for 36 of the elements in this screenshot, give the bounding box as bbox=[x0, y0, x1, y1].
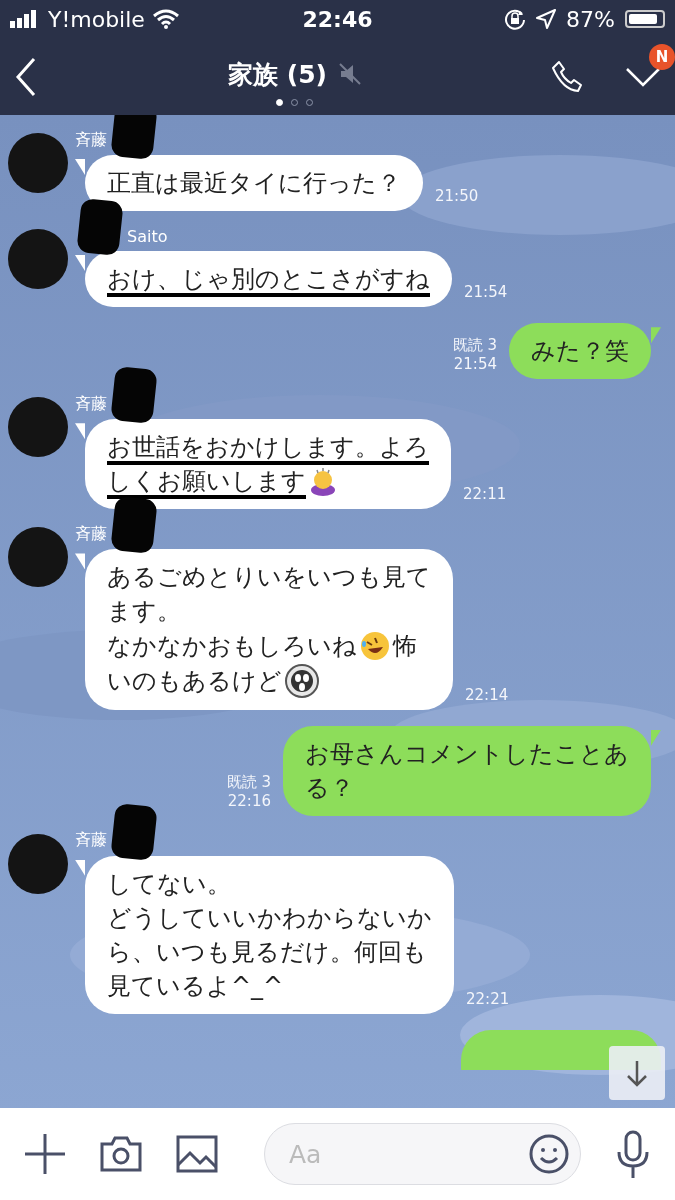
sender-name: Saito bbox=[127, 226, 168, 246]
message-text: ます。 bbox=[107, 596, 181, 628]
message-time: 21:54 bbox=[463, 283, 509, 304]
message-text: 見ているよ^_^ bbox=[107, 971, 284, 1002]
message-text: みた？笑 bbox=[531, 336, 629, 368]
sender-name: 斉藤 bbox=[75, 129, 107, 151]
sender-name: 斉藤 bbox=[75, 393, 107, 415]
message-text: してない。 bbox=[107, 868, 231, 900]
message-time: 22:16 bbox=[227, 791, 271, 810]
sender-name: 斉藤 bbox=[75, 830, 107, 852]
message-text: しくお願いします bbox=[107, 466, 306, 498]
chat-title: 家族 (5) bbox=[228, 58, 327, 91]
message-text: あるごめとりいをいつも見て bbox=[107, 562, 431, 594]
message-text: なかなかおもしろいね bbox=[107, 630, 357, 662]
message-text: どうしていいかわからないか bbox=[107, 902, 432, 934]
read-receipt: 既読 3 bbox=[452, 336, 497, 356]
message-text: お母さんコメントしたことあ bbox=[305, 738, 629, 770]
message-text: 正直は最近タイに行った？ bbox=[107, 168, 401, 199]
message-text: おけ、じゃ別のとこさがすね bbox=[107, 264, 430, 296]
read-receipt: 既読 3 bbox=[226, 772, 271, 792]
battery-percent: 87% bbox=[566, 6, 615, 32]
message-time: 21:50 bbox=[434, 187, 480, 208]
message-time: 22:11 bbox=[462, 485, 508, 506]
notification-badge: N bbox=[649, 43, 675, 70]
message-text: 怖 bbox=[393, 630, 417, 662]
clock: 22:46 bbox=[301, 6, 374, 32]
message-time: 22:21 bbox=[465, 990, 511, 1011]
sender-name: 斉藤 bbox=[75, 523, 107, 545]
carrier-name: Y!mobile bbox=[48, 6, 145, 32]
message-time: 22:14 bbox=[464, 685, 510, 706]
message-time: 21:54 bbox=[453, 355, 497, 374]
message-text: る？ bbox=[305, 772, 354, 804]
message-text: ら、いつも見るだけ。何回も bbox=[107, 936, 427, 968]
message-input-field[interactable]: Aa bbox=[264, 1123, 581, 1185]
message-text: いのもあるけど bbox=[107, 665, 282, 697]
message-text: お世話をおかけします。よろ bbox=[107, 432, 429, 464]
